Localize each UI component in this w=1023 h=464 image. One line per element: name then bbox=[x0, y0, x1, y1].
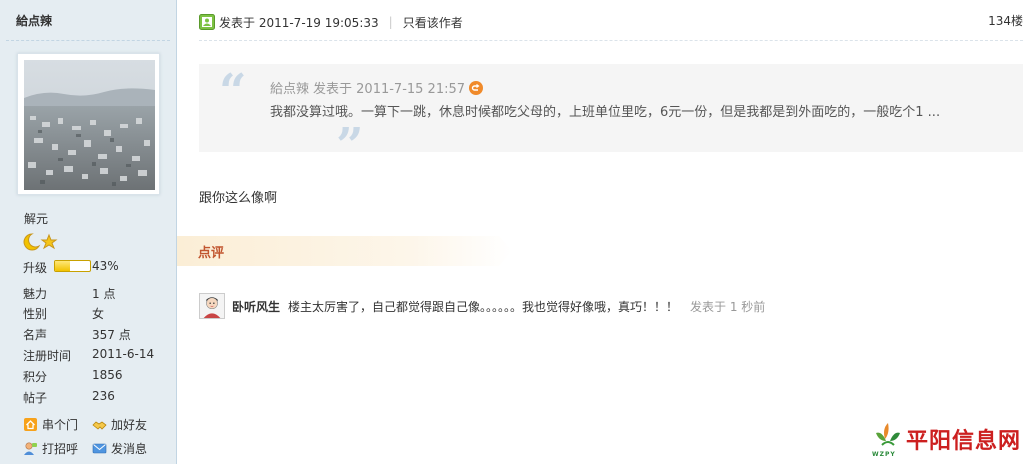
send-message-label: 发消息 bbox=[111, 442, 148, 456]
post-body-text: 跟你这么像啊 bbox=[199, 191, 278, 206]
commenter-name[interactable]: 卧听风生 bbox=[232, 298, 280, 315]
rank-icons bbox=[23, 233, 59, 251]
stat-value: 2011-6-14 bbox=[92, 347, 155, 361]
comment-time: 发表于 1 秒前 bbox=[690, 299, 766, 314]
open-quote-icon: “ bbox=[219, 64, 247, 120]
author-name[interactable]: 給点辣 bbox=[16, 12, 52, 29]
online-status-icon bbox=[199, 14, 215, 30]
moon-star-rank-icon bbox=[23, 233, 58, 251]
stat-value: 女 bbox=[92, 307, 105, 321]
stat-label: 性别 bbox=[23, 307, 48, 321]
site-watermark: 平阳信息网 WZPY bbox=[870, 419, 1023, 464]
add-friend-label: 加好友 bbox=[111, 418, 148, 432]
stat-label: 名声 bbox=[23, 328, 48, 342]
stat-value: 1856 bbox=[92, 368, 123, 382]
close-quote-icon: ” bbox=[336, 118, 364, 174]
post-header: 发表于 2011-7-19 19:05:33 | 只看该作者 bbox=[199, 12, 463, 32]
add-friend-button[interactable]: 加好友 bbox=[92, 416, 147, 433]
quote-meta: 給点辣 发表于 2011-7-15 21:57 bbox=[270, 78, 484, 97]
site-logo-icon bbox=[876, 423, 900, 446]
greet-button[interactable]: 打招呼 bbox=[23, 440, 78, 457]
author-sidebar: 給点辣 解元 升级 43% 魅力 1 点 性别 女 名声 357 点 注册时间 … bbox=[0, 0, 177, 464]
upgrade-percent: 43% bbox=[92, 259, 119, 273]
review-header: 点评 bbox=[177, 236, 512, 266]
only-author-link[interactable]: 只看该作者 bbox=[403, 14, 463, 31]
home-icon bbox=[24, 418, 37, 431]
stat-label: 帖子 bbox=[23, 391, 48, 405]
review-comment: 卧听风生 楼主太厉害了，自己都觉得跟自己像。。。。。。我也觉得好像哦，真巧！！！… bbox=[199, 292, 765, 320]
comment-text: 楼主太厉害了，自己都觉得跟自己像。。。。。。我也觉得好像哦，真巧！！！ bbox=[288, 299, 679, 314]
visit-button[interactable]: 串个门 bbox=[23, 416, 78, 433]
stat-label: 注册时间 bbox=[23, 349, 72, 363]
upgrade-label: 升级 bbox=[23, 261, 48, 275]
envelope-icon bbox=[92, 443, 107, 454]
forum-post: 給点辣 解元 升级 43% 魅力 1 点 性别 女 名声 357 点 注册时间 … bbox=[0, 0, 1023, 464]
handshake-icon bbox=[92, 421, 107, 430]
post-floor-number[interactable]: 134楼 bbox=[988, 12, 1023, 29]
greet-person-icon bbox=[24, 442, 37, 455]
stat-value: 1 点 bbox=[92, 287, 116, 301]
review-label: 点评 bbox=[198, 246, 225, 261]
review-band-background bbox=[177, 236, 512, 266]
quote-author: 給点辣 bbox=[270, 82, 310, 97]
upgrade-progress-bar bbox=[54, 260, 91, 272]
send-message-button[interactable]: 发消息 bbox=[92, 440, 147, 457]
stat-value: 357 点 bbox=[92, 328, 131, 342]
visit-label: 串个门 bbox=[42, 418, 79, 432]
quote-time: 发表于 2011-7-15 21:57 bbox=[313, 82, 466, 97]
rank-title: 解元 bbox=[24, 212, 49, 226]
stat-label: 积分 bbox=[23, 370, 48, 384]
stat-value: 236 bbox=[92, 389, 115, 403]
greet-label: 打招呼 bbox=[42, 442, 79, 456]
stat-label: 魅力 bbox=[23, 287, 48, 301]
header-separator: | bbox=[388, 15, 393, 29]
jump-to-post-icon[interactable] bbox=[469, 80, 484, 95]
author-avatar[interactable] bbox=[17, 53, 160, 195]
watermark-subtext: WZPY bbox=[872, 451, 896, 458]
return-arrow-icon bbox=[471, 83, 480, 91]
watermark-text: 平阳信息网 bbox=[906, 429, 1022, 454]
commenter-avatar[interactable] bbox=[199, 293, 225, 319]
quote-block: “ 給点辣 发表于 2011-7-15 21:57 我都没算过哦。一算下一跳，休… bbox=[199, 64, 1023, 170]
header-divider bbox=[199, 40, 1023, 41]
quote-text: 我都没算过哦。一算下一跳，休息时候都吃父母的，上班单位里吃，6元一份，但是我都是… bbox=[270, 105, 941, 120]
post-time: 发表于 2011-7-19 19:05:33 bbox=[219, 15, 379, 30]
upgrade-progress-fill bbox=[55, 261, 71, 271]
cityscape-avatar-image bbox=[24, 60, 155, 190]
sidebar-divider bbox=[6, 40, 170, 41]
